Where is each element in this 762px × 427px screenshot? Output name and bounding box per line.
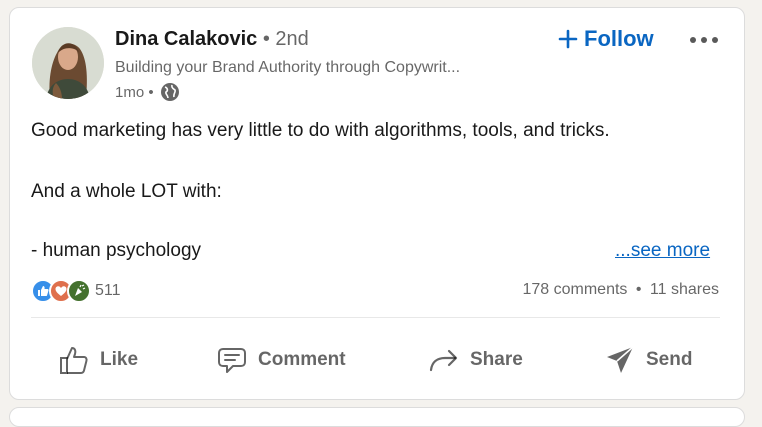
send-label: Send	[646, 349, 693, 370]
ellipsis-icon	[689, 36, 719, 44]
post-text-line: - human psychology	[31, 240, 202, 261]
share-button[interactable]: Share	[428, 338, 523, 382]
paper-plane-icon	[604, 344, 636, 376]
send-button[interactable]: Send	[604, 338, 692, 382]
comment-icon	[216, 344, 248, 376]
next-feed-card	[9, 407, 745, 427]
author-name[interactable]: Dina Calakovic	[115, 28, 257, 50]
follow-label: Follow	[584, 26, 654, 51]
plus-icon	[558, 29, 578, 49]
comment-button[interactable]: Comment	[216, 338, 346, 382]
profile-photo-icon	[32, 27, 104, 99]
follow-button[interactable]: Follow	[558, 23, 654, 55]
separator-dot: •	[635, 281, 642, 298]
more-options-button[interactable]	[686, 26, 722, 54]
comment-label: Comment	[258, 349, 346, 370]
see-more-link[interactable]: ...see more	[615, 240, 710, 262]
thumbs-up-icon	[58, 344, 90, 376]
post-time: 1mo •	[115, 83, 154, 101]
share-arrow-icon	[428, 344, 460, 376]
author-headline: Building your Brand Authority through Co…	[115, 59, 461, 76]
author-name-row: Dina Calakovic • 2nd	[115, 28, 309, 51]
social-counts: 178 comments • 11 shares	[522, 281, 719, 299]
like-label: Like	[100, 349, 139, 370]
share-label: Share	[470, 349, 523, 370]
celebrate-icon	[67, 279, 91, 303]
connection-degree: • 2nd	[262, 28, 309, 50]
reactions-summary[interactable]: 511	[31, 279, 121, 303]
post-text-line: And a whole LOT with:	[31, 181, 222, 202]
shares-count[interactable]: 11 shares	[650, 281, 719, 298]
feed-post-card: Dina Calakovic • 2nd Building your Brand…	[9, 7, 745, 400]
comments-count[interactable]: 178 comments	[522, 281, 627, 298]
like-button[interactable]: Like	[58, 338, 138, 382]
post-text-line: Good marketing has very little to do wit…	[31, 120, 610, 141]
divider	[31, 317, 720, 318]
author-avatar[interactable]	[32, 27, 104, 99]
globe-icon	[160, 82, 180, 102]
reaction-count: 511	[95, 282, 121, 299]
post-meta: 1mo •	[115, 82, 180, 102]
